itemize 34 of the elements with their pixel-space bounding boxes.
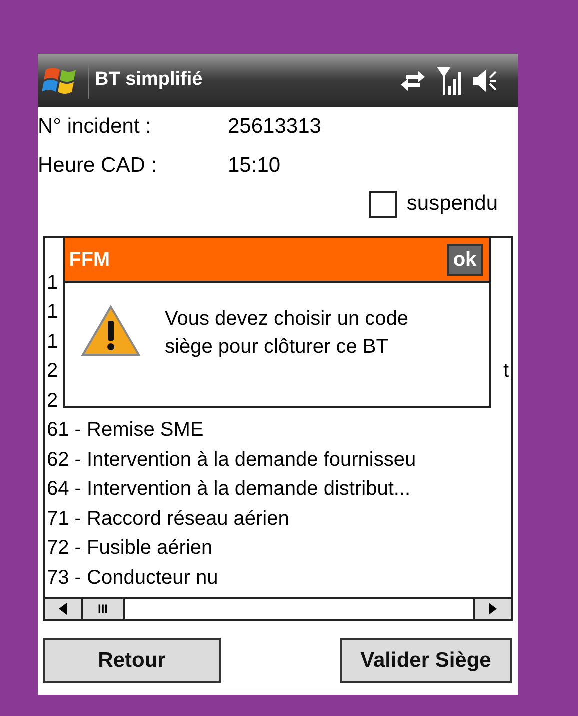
sync-arrows-icon[interactable] [400,70,426,92]
list-item[interactable]: 62 - Intervention à la demande fournisseu [47,444,416,475]
field-label: Heure CAD : [38,152,158,179]
right-arrow-icon [489,603,497,615]
list-item-fragment: t [503,359,509,384]
window-title: BT simplifié [95,68,203,92]
scroll-right-button[interactable] [473,599,511,619]
scroll-thumb[interactable]: III [83,599,125,619]
back-button[interactable]: Retour [43,638,221,683]
ok-button[interactable]: ok [447,244,483,276]
checkbox-label: suspendu [406,191,498,218]
dialog-message: Vous devez choisir un code siège pour clôturer ce BT [165,307,410,360]
field-value: 25613313 [228,114,322,140]
dialog-title: FFM [69,248,110,272]
list-item[interactable]: 61 - Remise SME [47,415,204,446]
list-item[interactable]: 64 - Intervention à la demande distribut... [47,474,411,504]
list-item[interactable]: 73 - Conducteur nu [47,562,218,593]
list-item[interactable]: 71 - Raccord réseau aérien [47,504,290,534]
list-item[interactable]: 1 [47,326,58,357]
signal-icon[interactable] [436,66,462,96]
list-item[interactable]: 2 [47,356,58,386]
speaker-icon[interactable] [472,69,498,93]
scroll-left-button[interactable] [45,599,83,619]
list-item[interactable]: 1 [47,268,58,298]
list-item[interactable]: 1 [47,297,58,328]
field-value: 15:10 [228,152,281,179]
list-item[interactable]: 2 [47,386,58,416]
horizontal-scrollbar[interactable]: III [45,597,511,619]
validate-button[interactable]: Valider Siège [340,638,512,683]
left-arrow-icon [59,603,67,615]
checkbox[interactable] [368,190,397,218]
warning-icon [81,305,141,357]
list-item[interactable]: 72 - Fusible aérien [47,533,213,564]
field-label: N° incident : [38,114,152,140]
